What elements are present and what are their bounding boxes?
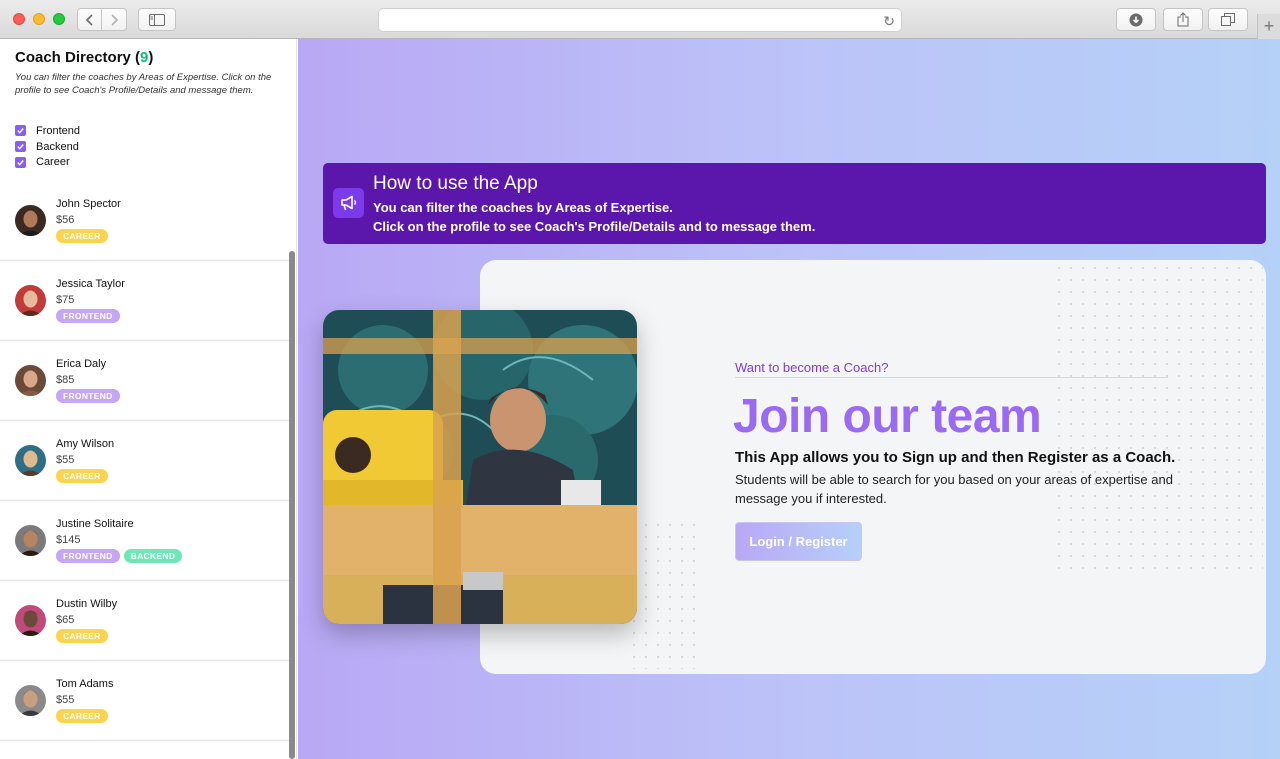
coach-name[interactable]: John Spector bbox=[56, 198, 121, 210]
download-icon bbox=[1129, 13, 1143, 26]
coach-rate: $145 bbox=[56, 534, 81, 546]
expertise-tags: FRONTEND BACKEND bbox=[56, 549, 183, 563]
avatar[interactable] bbox=[15, 525, 46, 556]
sidebar-icon bbox=[149, 13, 165, 26]
coach-name[interactable]: Justine Solitaire bbox=[56, 518, 134, 530]
forward-button[interactable] bbox=[101, 8, 127, 31]
coach-row[interactable]: Erica Daly $85 FRONTEND bbox=[0, 341, 289, 421]
login-register-button[interactable]: Login / Register bbox=[735, 522, 862, 561]
browser-toolbar: ↻ + bbox=[0, 0, 1280, 39]
dot-pattern-decoration bbox=[628, 519, 698, 669]
avatar[interactable] bbox=[15, 365, 46, 396]
chevron-right-icon bbox=[111, 13, 119, 26]
avatar[interactable] bbox=[15, 445, 46, 476]
reload-icon[interactable]: ↻ bbox=[883, 13, 895, 30]
coach-name[interactable]: Erica Daly bbox=[56, 358, 106, 370]
expertise-tags: FRONTEND bbox=[56, 309, 120, 323]
coach-row[interactable]: Justine Solitaire $145 FRONTEND BACKEND bbox=[0, 501, 289, 581]
checkmark-icon bbox=[17, 159, 24, 166]
coach-name[interactable]: Amy Wilson bbox=[56, 438, 114, 450]
chevron-left-icon bbox=[85, 13, 93, 26]
avatar[interactable] bbox=[15, 285, 46, 316]
new-tab-button[interactable]: + bbox=[1257, 14, 1280, 39]
coach-rate: $75 bbox=[56, 294, 75, 306]
directory-title: Coach Directory (9) bbox=[15, 49, 154, 66]
zoom-window-button[interactable] bbox=[53, 13, 65, 25]
tag-frontend: FRONTEND bbox=[56, 309, 120, 323]
banner-line-1: You can filter the coaches by Areas of E… bbox=[373, 200, 673, 215]
expertise-tags: CAREER bbox=[56, 629, 108, 643]
close-window-button[interactable] bbox=[13, 13, 25, 25]
banner-line-2: Click on the profile to see Coach's Prof… bbox=[373, 219, 816, 234]
show-tabs-button[interactable] bbox=[1208, 8, 1248, 31]
avatar[interactable] bbox=[15, 605, 46, 636]
dot-pattern-decoration bbox=[1053, 262, 1263, 572]
avatar[interactable] bbox=[15, 205, 46, 236]
coach-row[interactable]: Dustin Wilby $65 CAREER bbox=[0, 581, 289, 661]
how-to-banner: How to use the App You can filter the co… bbox=[323, 163, 1266, 244]
share-icon bbox=[1177, 12, 1189, 27]
checkmark-icon bbox=[17, 144, 24, 150]
cta-eyebrow: Want to become a Coach? bbox=[735, 360, 889, 375]
coach-row[interactable]: Jessica Taylor $75 FRONTEND bbox=[0, 261, 289, 341]
filter-label: Frontend bbox=[36, 124, 81, 137]
coach-row[interactable]: John Spector $56 CAREER bbox=[0, 181, 289, 261]
expertise-tags: FRONTEND bbox=[56, 389, 120, 403]
directory-description: You can filter the coaches by Areas of E… bbox=[15, 72, 272, 96]
checkbox-backend[interactable] bbox=[15, 141, 26, 153]
cta-divider bbox=[735, 377, 1168, 378]
coach-team-photo bbox=[323, 310, 637, 624]
tag-career: CAREER bbox=[56, 709, 108, 723]
coach-row[interactable]: Tom Adams $55 CAREER bbox=[0, 661, 289, 741]
coach-rate: $55 bbox=[56, 454, 75, 466]
share-button[interactable] bbox=[1163, 8, 1203, 31]
minimize-window-button[interactable] bbox=[33, 13, 45, 25]
coach-name[interactable]: Jessica Taylor bbox=[56, 278, 125, 290]
checkmark-icon bbox=[17, 128, 24, 134]
banner-title: How to use the App bbox=[373, 173, 538, 194]
cta-description: Students will be able to search for you … bbox=[735, 472, 1173, 506]
tabs-icon bbox=[1221, 13, 1235, 26]
sidebar-toggle-button[interactable] bbox=[138, 8, 176, 31]
filter-frontend[interactable]: Frontend bbox=[15, 123, 80, 139]
avatar[interactable] bbox=[15, 685, 46, 716]
filter-backend[interactable]: Backend bbox=[15, 139, 80, 155]
main-content: How to use the App You can filter the co… bbox=[298, 39, 1280, 759]
coach-name[interactable]: Tom Adams bbox=[56, 678, 113, 690]
cta-title: Join our team bbox=[733, 390, 1042, 443]
scrollbar-thumb[interactable] bbox=[289, 251, 295, 759]
checkbox-career[interactable] bbox=[15, 156, 26, 168]
coach-rate: $85 bbox=[56, 374, 75, 386]
megaphone-icon bbox=[333, 188, 364, 218]
tag-career: CAREER bbox=[56, 229, 108, 243]
coach-name[interactable]: Dustin Wilby bbox=[56, 598, 117, 610]
filter-label: Career bbox=[36, 156, 70, 169]
expertise-tags: CAREER bbox=[56, 709, 108, 723]
coach-rate: $65 bbox=[56, 614, 75, 626]
tag-frontend: FRONTEND bbox=[56, 549, 120, 563]
expertise-tags: CAREER bbox=[56, 229, 108, 243]
back-button[interactable] bbox=[77, 8, 102, 31]
address-bar[interactable]: ↻ bbox=[378, 8, 902, 32]
tag-backend: BACKEND bbox=[123, 549, 183, 563]
cta-subtitle: This App allows you to Sign up and then … bbox=[735, 449, 1176, 466]
coach-rate: $56 bbox=[56, 214, 75, 226]
filter-label: Backend bbox=[36, 140, 79, 153]
tag-career: CAREER bbox=[56, 469, 108, 483]
tag-career: CAREER bbox=[56, 629, 108, 643]
coach-directory-panel: Coach Directory (9) You can filter the c… bbox=[0, 39, 297, 759]
expertise-tags: CAREER bbox=[56, 469, 108, 483]
checkbox-frontend[interactable] bbox=[15, 125, 26, 137]
coach-row[interactable]: Amy Wilson $55 CAREER bbox=[0, 421, 289, 501]
downloads-button[interactable] bbox=[1116, 8, 1156, 31]
coach-rate: $55 bbox=[56, 694, 75, 706]
tag-frontend: FRONTEND bbox=[56, 389, 120, 403]
coach-list: John Spector $56 CAREER Jessica Taylor $75 FR… bbox=[0, 181, 289, 741]
filter-career[interactable]: Career bbox=[15, 154, 80, 170]
expertise-filters: Frontend Backend Career bbox=[15, 123, 80, 170]
